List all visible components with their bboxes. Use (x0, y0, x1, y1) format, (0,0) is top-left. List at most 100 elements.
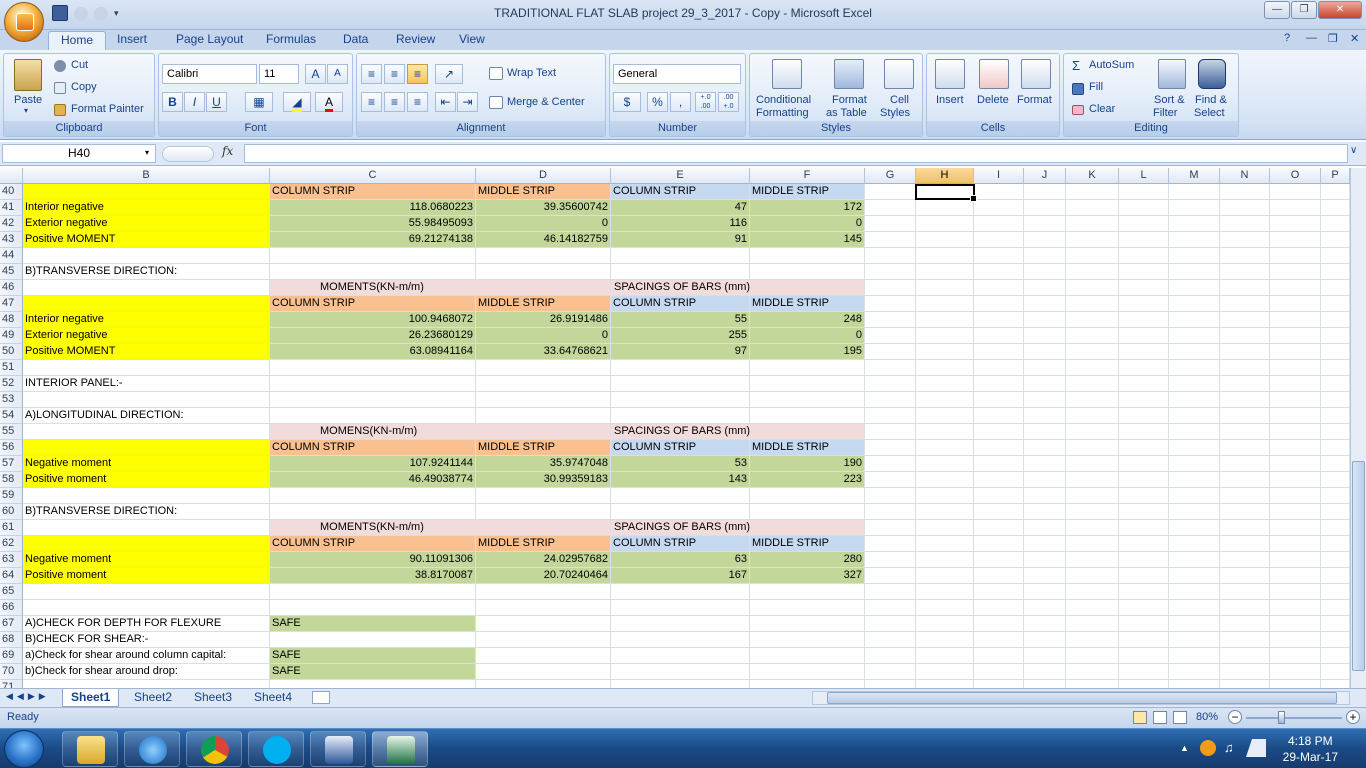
cell-d59[interactable] (476, 488, 611, 504)
cell-e67[interactable] (611, 616, 750, 632)
cell-j67[interactable] (1024, 616, 1066, 632)
cell-p69[interactable] (1321, 648, 1350, 664)
cell-g71[interactable] (865, 680, 916, 688)
cell-n69[interactable] (1220, 648, 1270, 664)
cell-i52[interactable] (974, 376, 1024, 392)
cell-j55[interactable] (1024, 424, 1066, 440)
cell-f56[interactable]: MIDDLE STRIP (750, 440, 865, 456)
cell-p49[interactable] (1321, 328, 1350, 344)
cell-k48[interactable] (1066, 312, 1119, 328)
cell-g57[interactable] (865, 456, 916, 472)
tab-formulas[interactable]: Formulas (254, 31, 328, 50)
cell-k58[interactable] (1066, 472, 1119, 488)
cell-l55[interactable] (1119, 424, 1169, 440)
row-header[interactable]: 60 (0, 504, 23, 520)
column-header-e[interactable]: E (611, 168, 750, 184)
cell-h65[interactable] (916, 584, 974, 600)
cell-e66[interactable] (611, 600, 750, 616)
row-header[interactable]: 43 (0, 232, 23, 248)
spreadsheet-grid[interactable]: BCDEFGHIJKLMNOP 40 COLUMN STRIP MIDDLE STR… (0, 168, 1350, 688)
align-middle-button[interactable]: ≡ (384, 64, 405, 84)
column-header-n[interactable]: N (1220, 168, 1270, 184)
cell-o69[interactable] (1270, 648, 1321, 664)
cell-i50[interactable] (974, 344, 1024, 360)
cell-o50[interactable] (1270, 344, 1321, 360)
cell-n52[interactable] (1220, 376, 1270, 392)
cell-f44[interactable] (750, 248, 865, 264)
cell-k54[interactable] (1066, 408, 1119, 424)
cell-p51[interactable] (1321, 360, 1350, 376)
cell-c68[interactable] (270, 632, 476, 648)
cell-c53[interactable] (270, 392, 476, 408)
cell-g56[interactable] (865, 440, 916, 456)
cell-c44[interactable] (270, 248, 476, 264)
cell-j45[interactable] (1024, 264, 1066, 280)
cell-j40[interactable] (1024, 184, 1066, 200)
cell-g62[interactable] (865, 536, 916, 552)
cell-i46[interactable] (974, 280, 1024, 296)
cell-l44[interactable] (1119, 248, 1169, 264)
cell-p59[interactable] (1321, 488, 1350, 504)
cell-k68[interactable] (1066, 632, 1119, 648)
cell-e45[interactable] (611, 264, 750, 280)
cell-n54[interactable] (1220, 408, 1270, 424)
cell-e46[interactable]: SPACINGS OF BARS (mm) (611, 280, 865, 296)
horizontal-scroll-thumb[interactable] (827, 692, 1337, 704)
cell-g54[interactable] (865, 408, 916, 424)
cell-k55[interactable] (1066, 424, 1119, 440)
bold-button[interactable]: B (162, 92, 183, 112)
cell-h46[interactable] (916, 280, 974, 296)
cell-o62[interactable] (1270, 536, 1321, 552)
cell-f51[interactable] (750, 360, 865, 376)
cell-o48[interactable] (1270, 312, 1321, 328)
cell-g69[interactable] (865, 648, 916, 664)
cell-i48[interactable] (974, 312, 1024, 328)
paste-button[interactable]: Paste (14, 94, 42, 106)
cell-i66[interactable] (974, 600, 1024, 616)
shrink-font-button[interactable]: A (327, 64, 348, 84)
cell-b66[interactable] (23, 600, 270, 616)
underline-button[interactable]: U (206, 92, 227, 112)
cell-o64[interactable] (1270, 568, 1321, 584)
cell-n67[interactable] (1220, 616, 1270, 632)
cell-n49[interactable] (1220, 328, 1270, 344)
workbook-restore-icon[interactable]: ❐ (1328, 32, 1338, 45)
cell-b48[interactable]: Interior negative (23, 312, 270, 328)
cell-o42[interactable] (1270, 216, 1321, 232)
cell-m45[interactable] (1169, 264, 1220, 280)
cell-e41[interactable]: 47 (611, 200, 750, 216)
cell-m59[interactable] (1169, 488, 1220, 504)
cell-g68[interactable] (865, 632, 916, 648)
cell-h41[interactable] (916, 200, 974, 216)
row-header[interactable]: 61 (0, 520, 23, 536)
cell-p63[interactable] (1321, 552, 1350, 568)
row-header[interactable]: 49 (0, 328, 23, 344)
sheet-tab-4[interactable]: Sheet4 (246, 689, 300, 707)
cell-b64[interactable]: Positive moment (23, 568, 270, 584)
cell-c67[interactable]: SAFE (270, 616, 476, 632)
cell-styles-button[interactable]: Cell (890, 94, 909, 106)
cell-h44[interactable] (916, 248, 974, 264)
row-header[interactable]: 58 (0, 472, 23, 488)
cell-n70[interactable] (1220, 664, 1270, 680)
cell-b61[interactable] (23, 520, 270, 536)
cell-g51[interactable] (865, 360, 916, 376)
column-header-o[interactable]: O (1270, 168, 1321, 184)
cell-f64[interactable]: 327 (750, 568, 865, 584)
cell-g44[interactable] (865, 248, 916, 264)
row-header[interactable]: 46 (0, 280, 23, 296)
delete-cells-button[interactable]: Delete (977, 94, 1009, 106)
cell-i49[interactable] (974, 328, 1024, 344)
cell-m57[interactable] (1169, 456, 1220, 472)
cell-d41[interactable]: 39.35600742 (476, 200, 611, 216)
cell-d50[interactable]: 33.64768621 (476, 344, 611, 360)
cell-o57[interactable] (1270, 456, 1321, 472)
format-cells-button[interactable]: Format (1017, 94, 1052, 106)
cell-d51[interactable] (476, 360, 611, 376)
italic-button[interactable]: I (184, 92, 205, 112)
font-size-select[interactable]: 11 (259, 64, 299, 84)
increase-decimal-button[interactable]: +.0 .00 (695, 92, 716, 112)
cell-d53[interactable] (476, 392, 611, 408)
cell-p62[interactable] (1321, 536, 1350, 552)
cell-i42[interactable] (974, 216, 1024, 232)
